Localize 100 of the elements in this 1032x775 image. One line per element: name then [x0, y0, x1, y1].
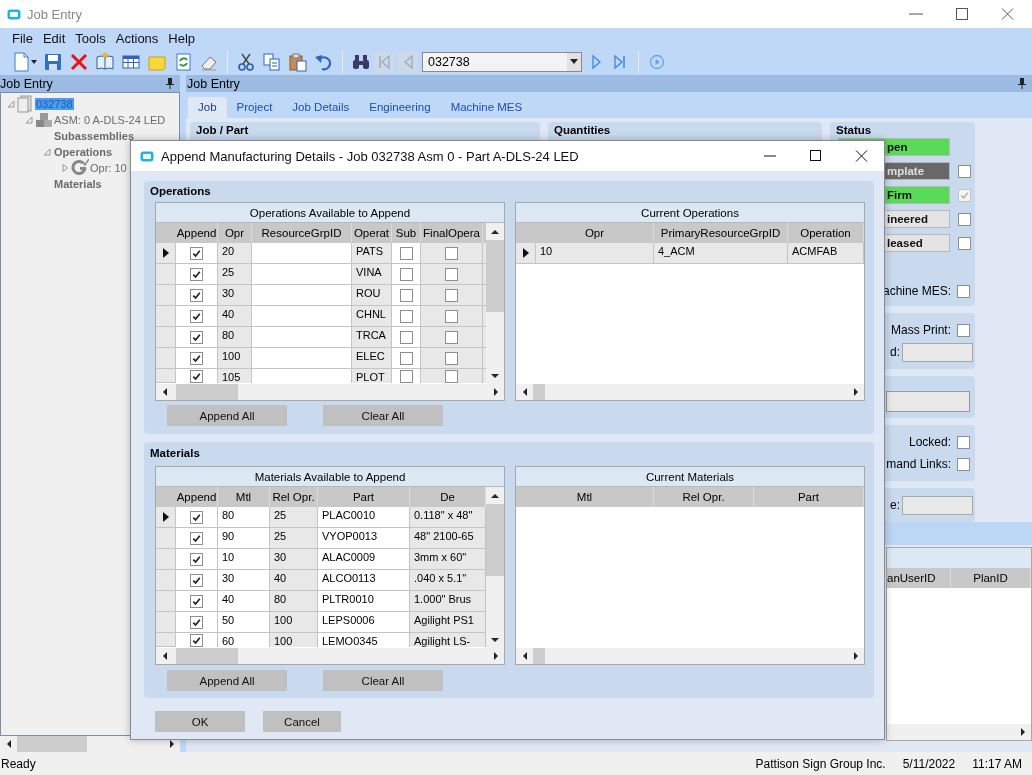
checkbox[interactable] [445, 267, 458, 281]
checkbox[interactable] [958, 164, 971, 178]
checkbox[interactable] [190, 552, 203, 566]
tree-item[interactable]: Subassemblies [53, 130, 136, 142]
input-field[interactable] [902, 342, 973, 362]
delete-icon[interactable] [69, 51, 89, 72]
tab[interactable]: Job Details [282, 97, 360, 118]
checkbox[interactable] [190, 309, 203, 323]
checkbox[interactable] [190, 531, 203, 545]
checkbox[interactable] [190, 267, 203, 281]
cut-icon[interactable] [236, 51, 256, 72]
horizontal-scrollbar[interactable] [156, 384, 504, 400]
checkbox[interactable] [190, 288, 203, 302]
input-field[interactable] [902, 495, 973, 515]
checkbox[interactable] [445, 351, 458, 365]
checkbox[interactable] [957, 323, 970, 337]
column-header[interactable]: anUserID [887, 568, 951, 588]
scroll-down-icon[interactable] [490, 371, 500, 380]
scroll-thumb[interactable] [533, 648, 545, 664]
expand-icon[interactable] [61, 164, 69, 172]
scroll-thumb[interactable] [533, 384, 545, 400]
maximize-icon[interactable] [808, 150, 824, 162]
scroll-right-icon[interactable] [1018, 727, 1027, 737]
checkbox[interactable] [399, 351, 413, 365]
checkbox[interactable] [399, 267, 413, 281]
dialog-button[interactable]: OK [155, 711, 245, 732]
action-button[interactable]: Append All [167, 405, 287, 426]
scroll-right-icon[interactable] [851, 651, 860, 661]
checkbox[interactable] [958, 212, 971, 226]
checkbox[interactable] [957, 435, 970, 449]
checkbox[interactable] [958, 236, 971, 250]
action-button[interactable]: Append All [167, 670, 287, 691]
dropdown-field[interactable] [886, 390, 970, 412]
checkbox[interactable] [957, 284, 970, 298]
menu-item[interactable]: Help [163, 30, 201, 46]
scroll-thumb[interactable] [176, 384, 238, 400]
checkbox[interactable] [190, 510, 203, 524]
scroll-up-icon[interactable] [490, 227, 500, 236]
column-header[interactable]: Mtl [516, 487, 654, 507]
close-icon[interactable] [854, 150, 870, 162]
column-header[interactable]: Rel Opr. [654, 487, 754, 507]
horizontal-scrollbar[interactable] [516, 384, 864, 400]
checkbox[interactable] [190, 594, 203, 608]
menu-item[interactable]: File [7, 30, 38, 46]
action-button[interactable]: Clear All [323, 405, 443, 426]
checkbox[interactable] [445, 309, 458, 323]
vertical-scrollbar[interactable] [486, 487, 504, 648]
checkbox[interactable] [190, 351, 203, 365]
collapse-icon[interactable] [7, 100, 15, 108]
pin-icon[interactable] [1018, 78, 1026, 89]
book-icon[interactable] [95, 51, 115, 72]
tab[interactable]: Engineering [359, 97, 441, 118]
checkbox[interactable] [399, 288, 413, 302]
tree-item[interactable]: ASM: 0 A-DLS-24 LED [53, 114, 167, 126]
pin-icon[interactable] [166, 78, 174, 89]
checkbox[interactable] [399, 309, 413, 323]
collapse-icon[interactable] [43, 148, 51, 156]
horizontal-scrollbar[interactable] [0, 736, 180, 752]
menu-item[interactable]: Edit [37, 30, 71, 46]
maximize-icon[interactable] [953, 8, 971, 20]
tree-item[interactable]: Operations [53, 146, 114, 158]
checkbox[interactable] [399, 330, 413, 344]
tree-item[interactable]: Opr: 10 [89, 162, 128, 174]
caret-icon[interactable] [30, 59, 37, 64]
tab[interactable]: Project [226, 97, 283, 118]
checkbox[interactable] [445, 246, 458, 260]
checkbox[interactable] [445, 369, 458, 383]
column-header[interactable]: Part [754, 487, 864, 507]
horizontal-scrollbar[interactable] [516, 648, 864, 664]
checkbox[interactable] [399, 369, 413, 383]
checkbox[interactable] [190, 246, 203, 260]
record-combo[interactable]: 032738 [422, 51, 582, 72]
refresh-icon[interactable] [173, 51, 193, 72]
tree-item[interactable]: Materials [53, 178, 103, 190]
checkbox[interactable] [957, 457, 970, 471]
scroll-right-icon[interactable] [491, 387, 500, 397]
horizontal-scrollbar[interactable] [156, 648, 504, 664]
column-header[interactable]: PlanID [951, 568, 1031, 588]
dialog-button[interactable]: Cancel [263, 711, 341, 732]
tab[interactable]: Job [188, 97, 227, 118]
checkbox[interactable] [445, 288, 458, 302]
action-button[interactable]: Clear All [323, 670, 443, 691]
scroll-right-icon[interactable] [491, 651, 500, 661]
scroll-thumb[interactable] [486, 240, 504, 312]
scroll-thumb[interactable] [17, 736, 87, 752]
scroll-thumb[interactable] [486, 504, 504, 576]
vertical-scrollbar[interactable] [486, 223, 504, 384]
checkbox[interactable] [190, 369, 203, 383]
checkbox[interactable] [190, 615, 203, 629]
scroll-thumb[interactable] [176, 648, 238, 664]
menu-item[interactable]: Actions [110, 30, 164, 46]
scroll-right-icon[interactable] [167, 739, 176, 749]
menu-item[interactable]: Tools [70, 30, 111, 46]
play-circle-icon[interactable] [649, 53, 665, 70]
collapse-icon[interactable] [25, 116, 33, 124]
scroll-down-icon[interactable] [490, 635, 500, 644]
checkbox[interactable] [190, 573, 203, 587]
horizontal-scrollbar[interactable] [887, 724, 1031, 740]
checkbox[interactable] [190, 330, 203, 344]
copy-icon[interactable] [262, 51, 282, 72]
